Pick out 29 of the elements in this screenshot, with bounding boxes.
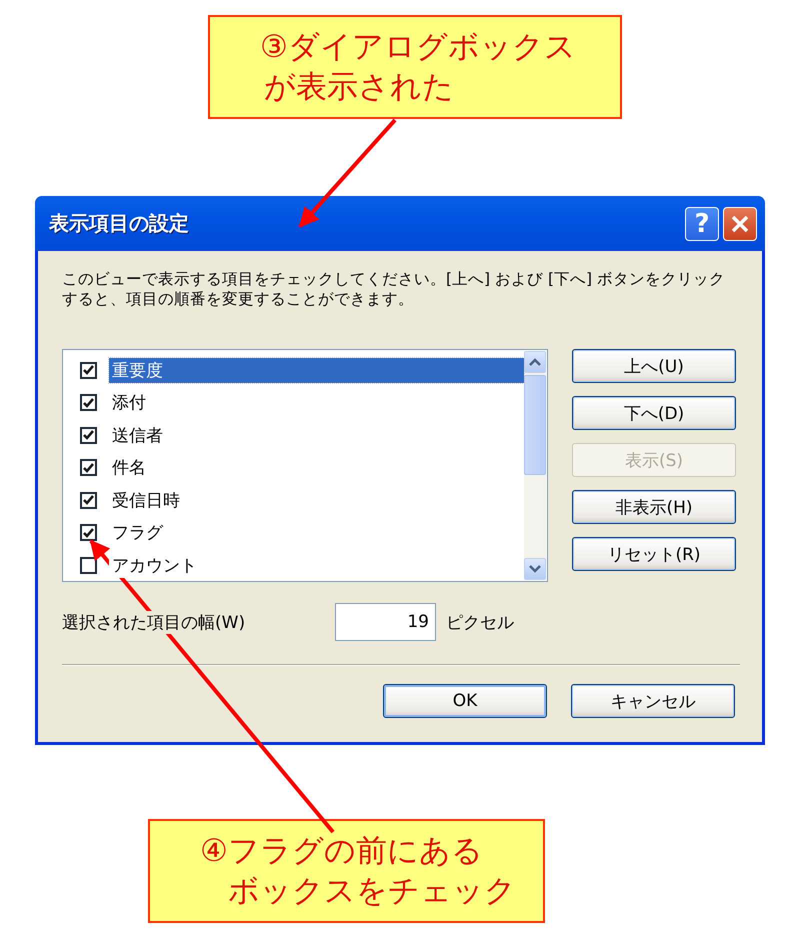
action-button[interactable]: 非表示(H) <box>572 490 736 524</box>
action-button[interactable]: リセット(R) <box>572 537 736 571</box>
checkbox[interactable] <box>80 362 97 379</box>
checkbox[interactable] <box>80 492 97 509</box>
checkbox[interactable] <box>80 394 97 412</box>
list-item[interactable]: 重要度 <box>109 358 524 383</box>
ok-button[interactable]: OK <box>383 684 547 718</box>
cancel-button[interactable]: キャンセル <box>571 684 735 718</box>
scrollbar[interactable] <box>524 351 546 580</box>
action-button[interactable]: 下へ(D) <box>572 396 736 430</box>
action-button[interactable]: 上へ(U) <box>572 349 736 383</box>
callout-text: ③ダイアログボックス <box>260 28 576 67</box>
callout-text: ④フラグの前にある <box>200 832 483 871</box>
callout-text: ボックスをチェック <box>228 872 516 911</box>
checkbox[interactable] <box>80 459 97 476</box>
instruction-text: このビューで表示する項目をチェックしてください。[上へ] および [下へ] ボタンをクリックすると、項目の順番を変更することができます。 <box>62 269 726 309</box>
width-field[interactable]: 19 <box>335 603 436 641</box>
window-title: 表示項目の設定 <box>49 210 190 237</box>
caret-down-icon <box>529 565 541 573</box>
unit-label: ピクセル <box>446 612 514 634</box>
caret-up-icon <box>529 358 541 366</box>
checkbox[interactable] <box>80 556 97 574</box>
help-button[interactable]: ? <box>685 206 719 240</box>
callout-text: が表示された <box>264 68 454 107</box>
checkbox[interactable] <box>80 426 97 444</box>
checkbox[interactable] <box>80 524 97 542</box>
close-button[interactable] <box>723 206 757 240</box>
close-icon <box>730 214 750 234</box>
width-label: 選択された項目の幅(W) <box>62 610 246 634</box>
